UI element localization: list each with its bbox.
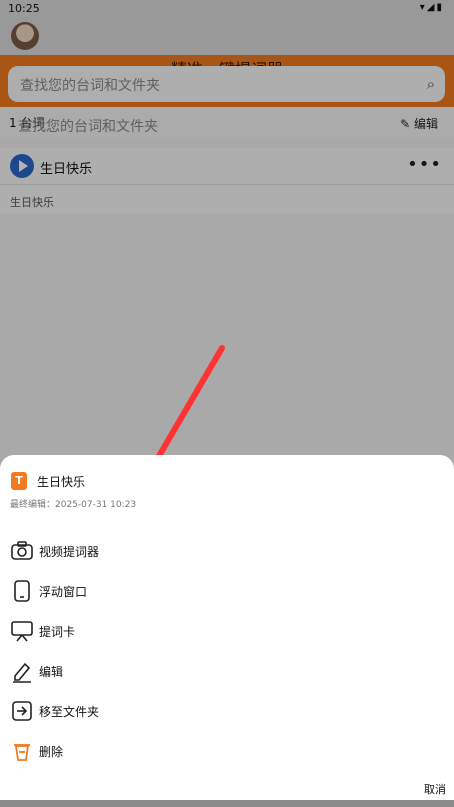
trash-icon bbox=[14, 744, 30, 761]
move-to-folder-icon bbox=[12, 701, 32, 721]
action-label: 视频提词器 bbox=[39, 545, 100, 559]
last-edited: 最终编辑：2025-07-31 10:23 bbox=[10, 500, 137, 510]
action-delete[interactable]: 删除 bbox=[0, 731, 454, 771]
sheet-file-name: 生日快乐 bbox=[37, 475, 86, 489]
action-label: 提词卡 bbox=[39, 625, 76, 639]
action-label: 编辑 bbox=[39, 665, 64, 679]
phone-icon bbox=[14, 580, 30, 602]
action-video-teleprompter[interactable]: 视频提词器 bbox=[0, 531, 454, 571]
action-label: 移至文件夹 bbox=[39, 705, 100, 719]
action-label: 删除 bbox=[39, 745, 64, 759]
action-label: 浮动窗口 bbox=[39, 585, 88, 599]
presentation-board-icon bbox=[11, 621, 33, 642]
camera-icon bbox=[11, 541, 33, 560]
system-nav-bar bbox=[0, 800, 454, 807]
cancel-button[interactable]: 取消 bbox=[424, 781, 446, 797]
pencil-icon bbox=[13, 662, 31, 683]
action-edit[interactable]: 编辑 bbox=[0, 651, 454, 691]
action-floating-window[interactable]: 浮动窗口 bbox=[0, 571, 454, 611]
action-sheet: T 生日快乐 最终编辑：2025-07-31 10:23 视频提词器 浮动窗口 … bbox=[0, 455, 454, 800]
action-move-to-folder[interactable]: 移至文件夹 bbox=[0, 691, 454, 731]
action-prompt-card[interactable]: 提词卡 bbox=[0, 611, 454, 651]
text-file-icon: T bbox=[11, 472, 27, 490]
